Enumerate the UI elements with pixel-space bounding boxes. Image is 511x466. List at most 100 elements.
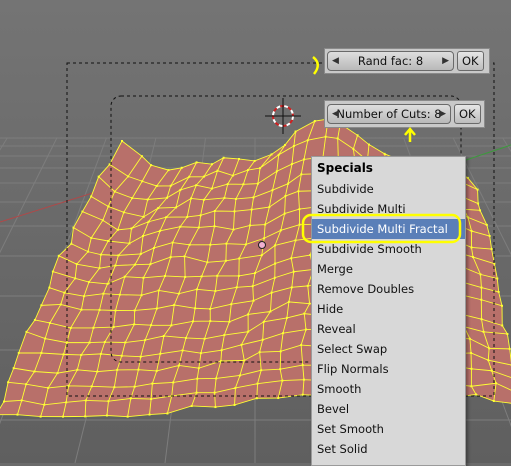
- mesh-vertex[interactable]: [21, 399, 23, 401]
- mesh-vertex[interactable]: [261, 254, 263, 256]
- menu-item-smooth[interactable]: Smooth: [312, 379, 465, 399]
- mesh-vertex[interactable]: [247, 169, 249, 171]
- mesh-vertex[interactable]: [280, 350, 282, 352]
- mesh-vertex[interactable]: [477, 189, 479, 191]
- mesh-vertex[interactable]: [257, 383, 259, 385]
- mesh-vertex[interactable]: [52, 271, 54, 273]
- mesh-vertex[interactable]: [228, 321, 230, 323]
- mesh-vertex[interactable]: [124, 342, 126, 344]
- mesh-vertex[interactable]: [134, 309, 136, 311]
- mesh-vertex[interactable]: [165, 216, 167, 218]
- mesh-vertex[interactable]: [221, 349, 223, 351]
- mesh-vertex[interactable]: [305, 329, 307, 331]
- mesh-vertex[interactable]: [253, 300, 255, 302]
- mesh-vertex[interactable]: [287, 183, 289, 185]
- mesh-vertex[interactable]: [116, 369, 118, 371]
- mesh-vertex[interactable]: [269, 310, 271, 312]
- mesh-vertex[interactable]: [114, 309, 116, 311]
- mesh-vertex[interactable]: [470, 246, 472, 248]
- mesh-vertex[interactable]: [191, 405, 193, 407]
- mesh-vertex[interactable]: [271, 189, 273, 191]
- mesh-vertex[interactable]: [159, 353, 161, 355]
- mesh-vertex[interactable]: [479, 209, 481, 211]
- mesh-vertex[interactable]: [63, 292, 65, 294]
- mesh-vertex[interactable]: [284, 144, 286, 146]
- mesh-vertex[interactable]: [206, 261, 208, 263]
- menu-item-remove-doubles[interactable]: Remove Doubles: [312, 279, 465, 299]
- mesh-vertex[interactable]: [307, 139, 309, 141]
- mesh-vertex[interactable]: [34, 319, 36, 321]
- mesh-vertex[interactable]: [123, 211, 125, 213]
- mesh-vertex[interactable]: [106, 414, 108, 416]
- mesh-vertex[interactable]: [243, 359, 245, 361]
- mesh-vertex[interactable]: [57, 372, 59, 374]
- mesh-vertex[interactable]: [215, 377, 217, 379]
- mesh-vertex[interactable]: [274, 263, 276, 265]
- mesh-vertex[interactable]: [107, 400, 109, 402]
- mesh-vertex[interactable]: [470, 352, 472, 354]
- mesh-vertex[interactable]: [384, 153, 386, 155]
- menu-item-set-solid[interactable]: Set Solid: [312, 439, 465, 459]
- mesh-vertex[interactable]: [263, 237, 265, 239]
- mesh-vertex[interactable]: [274, 244, 276, 246]
- mesh-vertex[interactable]: [232, 229, 234, 231]
- mesh-vertex[interactable]: [182, 349, 184, 351]
- mesh-vertex[interactable]: [254, 272, 256, 274]
- mesh-vertex[interactable]: [137, 369, 139, 371]
- mesh-vertex[interactable]: [278, 154, 280, 156]
- mesh-vertex[interactable]: [80, 354, 82, 356]
- mesh-vertex[interactable]: [127, 416, 129, 418]
- mesh-vertex[interactable]: [493, 400, 495, 402]
- mesh-vertex[interactable]: [209, 308, 211, 310]
- mesh-vertex[interactable]: [290, 257, 292, 259]
- mesh-vertex[interactable]: [245, 243, 247, 245]
- mesh-vertex[interactable]: [251, 209, 253, 211]
- mesh-vertex[interactable]: [225, 260, 227, 262]
- mesh-vertex[interactable]: [142, 235, 144, 237]
- mesh-vertex[interactable]: [307, 285, 309, 287]
- mesh-vertex[interactable]: [48, 287, 50, 289]
- number-of-cuts-ok-button[interactable]: OK: [454, 104, 481, 124]
- mesh-vertex[interactable]: [223, 157, 225, 159]
- mesh-vertex[interactable]: [216, 275, 218, 277]
- mesh-vertex[interactable]: [134, 264, 136, 266]
- menu-item-subdivide-multi[interactable]: Subdivide Multi: [312, 199, 465, 219]
- mesh-vertex[interactable]: [76, 369, 78, 371]
- mesh-vertex[interactable]: [284, 195, 286, 197]
- mesh-vertex[interactable]: [262, 339, 264, 341]
- mesh-vertex[interactable]: [84, 415, 86, 417]
- mesh-vertex[interactable]: [291, 163, 293, 165]
- mesh-vertex[interactable]: [291, 286, 293, 288]
- mesh-vertex[interactable]: [134, 386, 136, 388]
- mesh-vertex[interactable]: [129, 242, 131, 244]
- mesh-vertex[interactable]: [506, 333, 508, 335]
- mesh-vertex[interactable]: [87, 251, 89, 253]
- mesh-vertex[interactable]: [107, 240, 109, 242]
- mesh-vertex[interactable]: [501, 305, 503, 307]
- mesh-vertex[interactable]: [186, 216, 188, 218]
- menu-item-hide[interactable]: Hide: [312, 299, 465, 319]
- mesh-vertex[interactable]: [49, 322, 51, 324]
- mesh-vertex[interactable]: [238, 258, 240, 260]
- mesh-vertex[interactable]: [234, 387, 236, 389]
- mesh-vertex[interactable]: [76, 263, 78, 265]
- mesh-vertex[interactable]: [164, 275, 166, 277]
- mesh-vertex[interactable]: [249, 224, 251, 226]
- mesh-vertex[interactable]: [477, 203, 479, 205]
- mesh-vertex[interactable]: [81, 211, 83, 213]
- mesh-vertex[interactable]: [89, 342, 91, 344]
- mesh-vertex[interactable]: [170, 185, 172, 187]
- mesh-vertex[interactable]: [201, 275, 203, 277]
- mesh-vertex[interactable]: [256, 397, 258, 399]
- mesh-vertex[interactable]: [198, 367, 200, 369]
- mesh-vertex[interactable]: [217, 170, 219, 172]
- mesh-vertex[interactable]: [214, 290, 216, 292]
- mesh-vertex[interactable]: [114, 191, 116, 193]
- mesh-vertex[interactable]: [170, 256, 172, 258]
- mesh-vertex[interactable]: [62, 416, 64, 418]
- decrement-arrow-icon[interactable]: ◀: [332, 105, 339, 123]
- mesh-vertex[interactable]: [70, 327, 72, 329]
- mesh-vertex[interactable]: [214, 406, 216, 408]
- mesh-vertex[interactable]: [279, 368, 281, 370]
- mesh-vertex[interactable]: [223, 197, 225, 199]
